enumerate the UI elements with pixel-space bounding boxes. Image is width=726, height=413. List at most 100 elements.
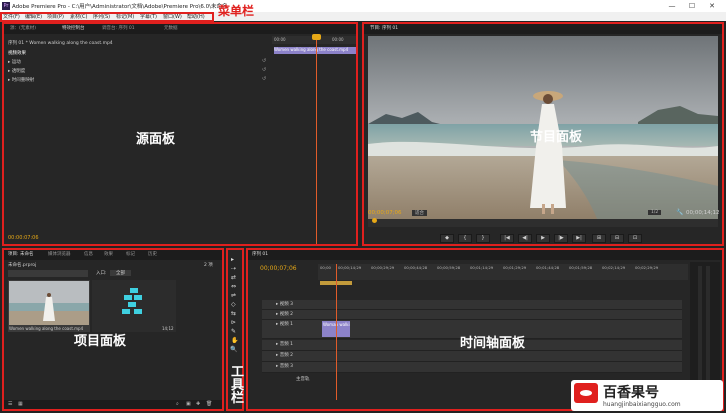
close-button[interactable]: ✕ [704, 1, 720, 11]
effect-time-remap-label: 时间重映射 [11, 78, 35, 83]
track-video-3[interactable]: ▸ 视频 3 [262, 300, 682, 310]
lift-button[interactable]: ⊞ [592, 234, 606, 243]
track-label-text: 音频 1 [279, 342, 293, 347]
rolling-edit-tool-icon[interactable]: ⇔ [231, 283, 236, 290]
track-audio-2[interactable]: ▸ 音频 2 [262, 351, 682, 362]
resolution-dropdown[interactable]: 1/2 [648, 210, 662, 215]
program-annotation: 节目面板 [530, 130, 583, 145]
ruler-end: 00:00 [332, 37, 344, 42]
maximize-button[interactable]: ☐ [684, 1, 700, 11]
source-tab-row: 源：(无素材) 特效控制台 调音台: 序列 01 元数据 [4, 24, 356, 34]
tab-project[interactable]: 项目: 未命名 [8, 251, 33, 257]
wrench-icon[interactable]: 🔧 [676, 209, 683, 216]
slip-tool-icon[interactable]: ⇆ [231, 310, 236, 317]
track-label: ▸ 音频 3 [276, 364, 293, 369]
watermark: 百香果号 huangjinbaixiangguo.com [571, 380, 723, 411]
tab-sequence[interactable]: 序列 01 [252, 251, 268, 257]
tab-media-browser[interactable]: 媒体浏览器 [48, 251, 71, 257]
ruler-tick: 00;00;14;29 [338, 265, 362, 270]
go-to-out-button[interactable]: ▶| [572, 234, 586, 243]
watermark-brand: 百香果号 [603, 385, 659, 401]
project-annotation: 项目面板 [74, 334, 127, 349]
effect-clip-bar[interactable]: Women walking along the coast.mp4 [274, 47, 356, 54]
tab-info[interactable]: 信息 [84, 251, 93, 257]
timeline-tab-row: 序列 01 [248, 250, 722, 260]
ruler-tick: 00;02;29;29 [635, 265, 659, 270]
playhead[interactable] [316, 36, 317, 244]
tab-metadata[interactable]: 元数据 [164, 25, 178, 31]
search-icon[interactable]: ⌕ [176, 401, 179, 407]
playhead-handle[interactable] [312, 34, 321, 40]
timeline-playhead[interactable] [336, 264, 337, 400]
timeline-annotation: 时间轴面板 [460, 336, 526, 351]
go-to-in-button[interactable]: |◀ [500, 234, 514, 243]
ruler-tick: 00;02;14;29 [602, 265, 626, 270]
source-timecode[interactable]: 00:00:07:06 [8, 235, 39, 241]
step-back-button[interactable]: ◀| [518, 234, 532, 243]
icon-view-icon[interactable]: ▦ [18, 401, 23, 407]
mark-out-button[interactable]: } [476, 234, 490, 243]
in-dropdown[interactable]: 全部 [110, 270, 131, 276]
menubar-annotation: 菜单栏 [218, 4, 255, 18]
project-tab-row: 项目: 未命名 媒体浏览器 信息 效果 标记 历史 [4, 250, 222, 260]
selection-tool-icon[interactable]: ▸ [231, 256, 234, 263]
extract-button[interactable]: ⊟ [610, 234, 624, 243]
tab-history[interactable]: 历史 [148, 251, 157, 257]
export-frame-button[interactable]: ⊡ [628, 234, 642, 243]
reset-icon[interactable]: ↺ [262, 67, 266, 73]
effect-opacity-label: 透明度 [11, 69, 26, 74]
reset-icon[interactable]: ↺ [262, 58, 266, 64]
track-audio-3[interactable]: ▸ 音频 3 [262, 362, 682, 373]
effect-motion[interactable]: ▸ 运动 [8, 59, 21, 65]
project-item-video[interactable]: Women walking along the coast.mp4 [8, 280, 90, 332]
delete-icon[interactable]: 🗑 [206, 401, 212, 407]
add-marker-button[interactable]: ◆ [440, 234, 454, 243]
program-ruler[interactable] [368, 219, 718, 227]
minimize-button[interactable]: — [664, 1, 680, 11]
watermark-logo-icon [574, 383, 598, 403]
zoom-tool-icon[interactable]: 🔍 [230, 346, 237, 353]
project-item-sequence[interactable]: 14;12 [92, 280, 176, 332]
timeline-ruler[interactable]: 00;00 00;00;14;29 00;00;29;29 00;00;44;2… [318, 264, 688, 280]
hand-tool-icon[interactable]: ✋ [231, 337, 238, 344]
program-duration: 00;00;14;12 [686, 210, 720, 216]
program-panel: 节目: 序列 01 节目面板 00;00;07;06 适合 1/2 🔧 00;0… [362, 22, 724, 246]
effect-time-remap[interactable]: ▸ 时间重映射 [8, 77, 34, 83]
menubar-highlight [0, 12, 214, 22]
rate-stretch-tool-icon[interactable]: ⇌ [231, 292, 236, 299]
clip-header: 序列 01 * Women walking along the coast.mp… [8, 41, 113, 46]
track-video-2[interactable]: ▸ 视频 2 [262, 310, 682, 320]
program-timecode[interactable]: 00;00;07;06 [368, 210, 402, 216]
step-forward-button[interactable]: |▶ [554, 234, 568, 243]
track-label-text: 视频 1 [279, 322, 293, 327]
tab-program[interactable]: 节目: 序列 01 [370, 25, 398, 31]
pen-tool-icon[interactable]: ✎ [231, 328, 236, 335]
tab-markers[interactable]: 标记 [126, 251, 135, 257]
slide-tool-icon[interactable]: ⊳ [231, 319, 236, 326]
ripple-edit-tool-icon[interactable]: ⇄ [231, 274, 236, 281]
master-track-label: 主音轨 [296, 377, 310, 382]
timeline-timecode[interactable]: 00;00;07;06 [260, 265, 297, 272]
track-select-tool-icon[interactable]: ⇢ [231, 265, 236, 272]
ruler-tick: 00;01;14;29 [470, 265, 494, 270]
razor-tool-icon[interactable]: ◇ [231, 301, 236, 308]
tools-annotation: 工具栏 [231, 365, 245, 406]
tab-effect-controls[interactable]: 特效控制台 [62, 25, 85, 31]
track-label-text: 视频 3 [279, 302, 293, 307]
tab-source[interactable]: 源：(无素材) [10, 25, 36, 31]
project-search-input[interactable] [8, 270, 88, 277]
list-view-icon[interactable]: ☰ [8, 401, 12, 407]
tab-audio-mixer[interactable]: 调音台: 序列 01 [102, 25, 135, 31]
play-button[interactable]: ▶ [536, 234, 550, 243]
fit-dropdown[interactable]: 适合 [412, 210, 427, 216]
ruler-tick: 00;01;59;28 [569, 265, 593, 270]
reset-icon[interactable]: ↺ [262, 76, 266, 82]
title-bar: Pr Adobe Premiere Pro - C:\用户\Administra… [0, 0, 726, 12]
program-playhead[interactable] [372, 218, 377, 223]
effect-opacity[interactable]: ▸ 透明度 [8, 68, 25, 74]
ruler-tick: 00;01;44;28 [536, 265, 560, 270]
mark-in-button[interactable]: { [458, 234, 472, 243]
new-bin-icon[interactable]: ▣ [186, 401, 191, 407]
new-item-icon[interactable]: ✚ [196, 401, 200, 407]
tab-effects[interactable]: 效果 [104, 251, 113, 257]
